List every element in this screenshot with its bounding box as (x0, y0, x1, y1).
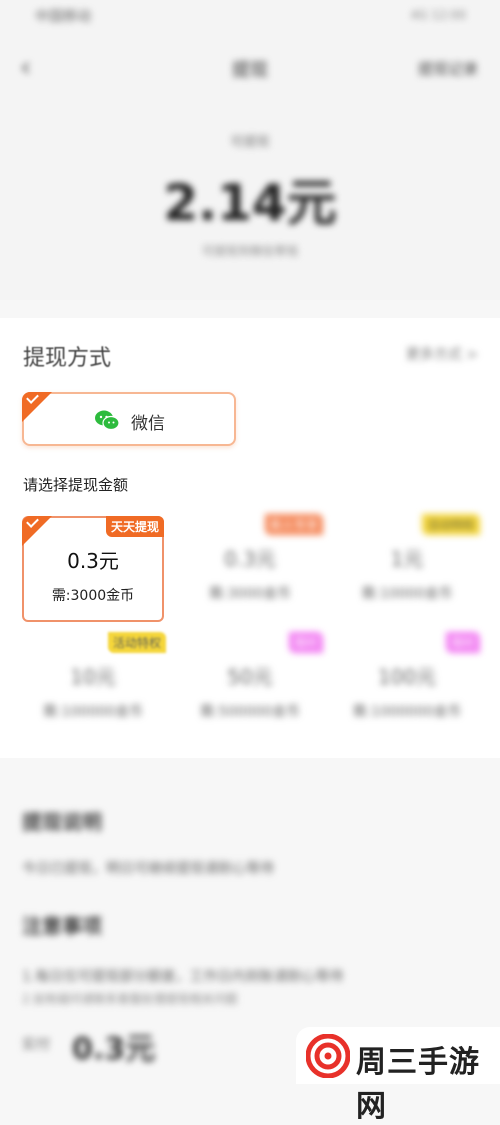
badge-daily: 天天提现 (105, 516, 164, 537)
amount-option-3[interactable]: 活动特权 1元 需:10000金币 (336, 514, 480, 622)
status-carrier: 中国移动 (35, 9, 91, 25)
option-requirement: 需:3000金币 (208, 586, 292, 602)
notes-title-2: 注意事项 (22, 914, 102, 938)
method-label: 微信 (131, 414, 165, 434)
balance-label: 可提现 (230, 135, 270, 150)
status-right: 4G 12:00 (410, 8, 466, 22)
option-amount: 50元 (227, 665, 273, 689)
method-wechat[interactable]: 微信 (22, 392, 236, 446)
check-icon (22, 392, 52, 422)
amount-option-1[interactable]: 天天提现 0.3元 需:3000金币 (22, 516, 164, 622)
option-requirement: 需:3000金币 (51, 588, 135, 604)
notes-title-1: 提现说明 (22, 810, 102, 834)
badge-activity: 活动特权 (107, 632, 166, 653)
option-requirement: 需:1000000金币 (352, 704, 462, 720)
more-methods-link[interactable]: 更多方式 > (406, 344, 478, 364)
option-requirement: 需:100000金币 (42, 704, 144, 720)
choose-amount-title: 请选择提现金额 (23, 476, 129, 494)
option-amount: 100元 (377, 665, 437, 689)
notes-text-2: 1.每日仅可提现部分额度，工作日内到账请耐心等待 (22, 969, 344, 985)
balance-note: 可提现到微信零钱 (201, 244, 298, 258)
option-amount: 10元 (70, 665, 116, 689)
amount-option-2[interactable]: 新人专享 0.3元 需:3000金币 (179, 514, 323, 622)
notes-text-1: 今日已提现，明日可继续提现请耐心等待 (22, 861, 274, 877)
option-requirement: 需:10000金币 (361, 586, 453, 602)
badge-activity: 活动特权 (421, 514, 480, 535)
amount-option-4[interactable]: 活动特权 10元 需:100000金币 (22, 632, 166, 740)
badge-new: 新人专享 (264, 514, 323, 535)
amount-option-6[interactable]: 限时 100元 需:1000000金币 (336, 632, 480, 740)
bottom-amount: 0.3元 (72, 1032, 156, 1067)
badge-limited: 限时 (288, 632, 323, 653)
notes-text-3: 2.如有疑问请联系客服处理提现相关问题 (22, 992, 238, 1006)
option-amount: 0.3元 (224, 547, 276, 571)
bottom-prefix: 实付 (22, 1037, 50, 1053)
check-icon (22, 516, 52, 546)
balance-amount: 2.14元 (163, 174, 337, 232)
watermark-text: 周三手游网 (356, 1045, 480, 1124)
option-requirement: 需:500000金币 (199, 704, 301, 720)
option-amount: 0.3元 (67, 549, 119, 573)
watermark: 周三手游网 (296, 1027, 500, 1124)
option-amount: 1元 (390, 547, 424, 571)
header-area: 中国移动 4G 12:00 ‹ 提现 提现记录 可提现 2.14元 可提现到微信… (0, 0, 500, 300)
withdraw-records-link[interactable]: 提现记录 (418, 58, 478, 79)
wechat-icon (95, 410, 120, 431)
site-logo-icon (306, 1034, 350, 1078)
amount-option-5[interactable]: 限时 50元 需:500000金币 (179, 632, 323, 740)
withdraw-method-title: 提现方式 (23, 346, 112, 371)
badge-limited: 限时 (445, 632, 480, 653)
